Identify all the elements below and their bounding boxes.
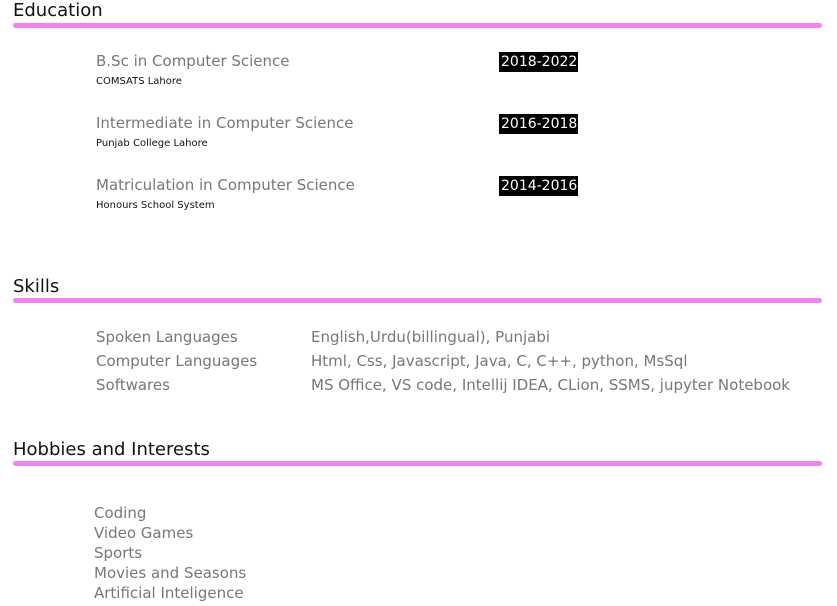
skill-label: Computer Languages [96, 352, 258, 370]
skill-value: English,Urdu(billingual), Punjabi [311, 328, 551, 346]
hobbies-heading: Hobbies and Interests [13, 439, 210, 460]
education-divider [13, 23, 822, 28]
education-school: Honours School System [96, 200, 215, 211]
skill-label: Spoken Languages [96, 328, 238, 346]
hobbies-divider [13, 461, 822, 466]
skill-label: Softwares [96, 376, 170, 394]
education-years-badge: 2016-2018 [499, 114, 578, 134]
skills-divider [13, 298, 822, 303]
education-degree: Matriculation in Computer Science [96, 176, 355, 194]
skill-value: Html, Css, Javascript, Java, C, C++, pyt… [311, 352, 688, 370]
hobby-item: Artificial Inteligence [94, 584, 244, 602]
hobby-item: Movies and Seasons [94, 564, 247, 582]
hobby-item: Video Games [94, 524, 194, 542]
skill-value: MS Office, VS code, Intellij IDEA, CLion… [311, 376, 790, 394]
education-heading: Education [13, 0, 103, 21]
hobby-item: Sports [94, 544, 143, 562]
education-school: COMSATS Lahore [96, 76, 182, 87]
hobby-item: Coding [94, 504, 147, 522]
skills-heading: Skills [13, 276, 60, 297]
education-school: Punjab College Lahore [96, 138, 208, 149]
education-years-badge: 2014-2016 [499, 176, 578, 196]
education-degree: Intermediate in Computer Science [96, 114, 354, 132]
education-years-badge: 2018-2022 [499, 52, 578, 72]
education-degree: B.Sc in Computer Science [96, 52, 290, 70]
